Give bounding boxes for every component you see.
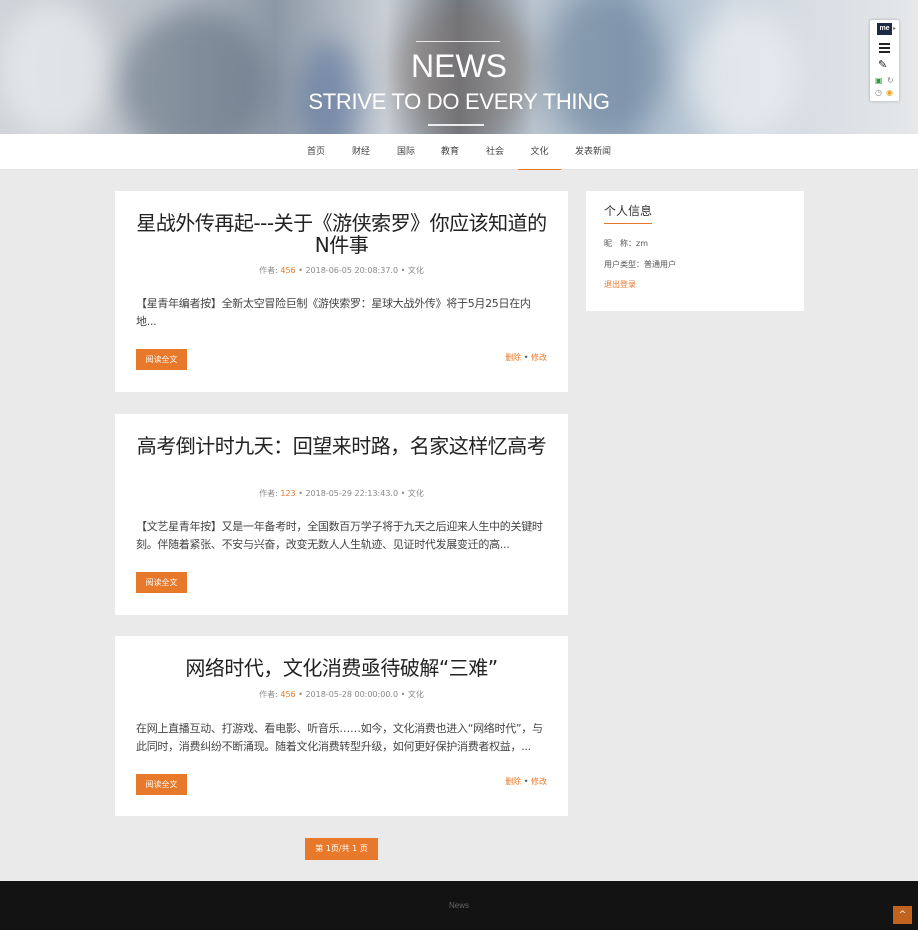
- profile-title: 个人信息: [604, 202, 653, 224]
- extension-logo[interactable]: me: [877, 23, 892, 35]
- read-more-button[interactable]: 阅读全文: [136, 349, 187, 370]
- nickname-value: zm: [636, 239, 648, 248]
- nav-item-home[interactable]: 首页: [300, 134, 332, 170]
- article-meta: 作者: 456 • 2018-05-28 00:00:00.0 • 文化: [115, 689, 568, 700]
- edit-link[interactable]: 修改: [531, 777, 547, 786]
- nickname-label: 昵 称：: [604, 239, 636, 248]
- article-author: 123: [280, 489, 296, 498]
- article-date: • 2018-05-29 22:13:43.0 •: [298, 489, 406, 498]
- delete-link[interactable]: 删除: [505, 777, 521, 786]
- article-date: • 2018-06-05 20:08:37.0 •: [298, 266, 406, 275]
- author-label: 作者:: [259, 489, 278, 498]
- author-label: 作者:: [259, 690, 278, 699]
- nav-item-education[interactable]: 教育: [434, 134, 466, 170]
- read-more-button[interactable]: 阅读全文: [136, 774, 187, 795]
- hero-banner: NEWS STRIVE TO DO EVERY THING: [0, 0, 918, 134]
- article-meta: 作者: 456 • 2018-06-05 20:08:37.0 • 文化: [115, 265, 568, 276]
- banner-title: NEWS: [411, 48, 507, 84]
- main-nav: 首页 财经 国际 教育 社会 文化 发表新闻: [0, 134, 918, 170]
- banner-divider-bottom: [428, 124, 484, 126]
- author-label: 作者:: [259, 266, 278, 275]
- article-actions: 删除 • 修改: [505, 352, 547, 363]
- article-meta: 作者: 123 • 2018-05-29 22:13:43.0 • 文化: [115, 488, 568, 499]
- menu-icon[interactable]: [879, 43, 890, 55]
- nav-item-publish-news[interactable]: 发表新闻: [572, 134, 614, 170]
- user-type-label: 用户类型：: [604, 260, 644, 269]
- article-excerpt: 【文艺星青年按】又是一年备考时，全国数百万学子将于九天之后迎来人生中的关键时刻。…: [136, 520, 543, 551]
- separator-dot: •: [523, 777, 529, 786]
- nickname-row: 昵 称：zm: [604, 238, 648, 249]
- user-type-row: 用户类型：普通用户: [604, 259, 676, 270]
- separator-dot: •: [523, 353, 529, 362]
- article-card: 网络时代，文化消费亟待破解“三难” 作者: 456 • 2018-05-28 0…: [115, 636, 568, 816]
- footer: News: [0, 881, 918, 930]
- nav-item-finance[interactable]: 财经: [345, 134, 377, 170]
- banner-divider-top: [416, 41, 500, 42]
- user-type-value: 普通用户: [644, 260, 676, 269]
- translate-icon[interactable]: ▣: [875, 76, 883, 85]
- caret-right-icon[interactable]: ▸: [893, 25, 896, 32]
- article-excerpt: 【星青年编者按】全新太空冒险巨制《游侠索罗：星球大战外传》将于5月25日在内地.…: [136, 297, 531, 328]
- article-category: 文化: [407, 489, 424, 498]
- article-author: 456: [280, 266, 296, 275]
- profile-panel: 个人信息 昵 称：zm 用户类型：普通用户 退出登录: [586, 191, 804, 311]
- nav-item-culture[interactable]: 文化: [518, 134, 561, 170]
- article-card: 星战外传再起---关于《游侠索罗》你应该知道的N件事 作者: 456 • 201…: [115, 191, 568, 392]
- nav-item-society[interactable]: 社会: [479, 134, 511, 170]
- article-title[interactable]: 高考倒计时九天：回望来时路，名家这样忆高考: [131, 435, 552, 457]
- edit-link[interactable]: 修改: [531, 353, 547, 362]
- footer-text: News: [448, 901, 469, 910]
- article-author: 456: [280, 690, 296, 699]
- logout-link[interactable]: 退出登录: [604, 279, 636, 290]
- clock-icon[interactable]: ◷: [875, 88, 882, 97]
- eye-icon[interactable]: ◉: [886, 88, 893, 97]
- article-card: 高考倒计时九天：回望来时路，名家这样忆高考 作者: 123 • 2018-05-…: [115, 414, 568, 615]
- article-title[interactable]: 网络时代，文化消费亟待破解“三难”: [131, 657, 552, 679]
- refresh-icon[interactable]: ↻: [887, 76, 894, 85]
- banner-subtitle: STRIVE TO DO EVERY THING: [308, 89, 610, 114]
- article-title[interactable]: 星战外传再起---关于《游侠索罗》你应该知道的N件事: [131, 212, 552, 256]
- read-more-button[interactable]: 阅读全文: [136, 572, 187, 593]
- article-category: 文化: [407, 690, 424, 699]
- delete-link[interactable]: 删除: [505, 353, 521, 362]
- article-date: • 2018-05-28 00:00:00.0 •: [298, 690, 406, 699]
- extension-widget: me ▸ ✎ ▣ ↻ ◷ ◉: [870, 20, 899, 101]
- back-to-top-button[interactable]: ^: [893, 906, 912, 924]
- article-category: 文化: [407, 266, 424, 275]
- pagination-indicator[interactable]: 第 1页/共 1 页: [305, 838, 378, 860]
- nav-item-international[interactable]: 国际: [390, 134, 422, 170]
- article-actions: 删除 • 修改: [505, 776, 547, 787]
- magic-wand-icon[interactable]: ✎: [878, 58, 887, 71]
- article-excerpt: 在网上直播互动、打游戏、看电影、听音乐……如今，文化消费也进入“网络时代”，与此…: [136, 722, 543, 753]
